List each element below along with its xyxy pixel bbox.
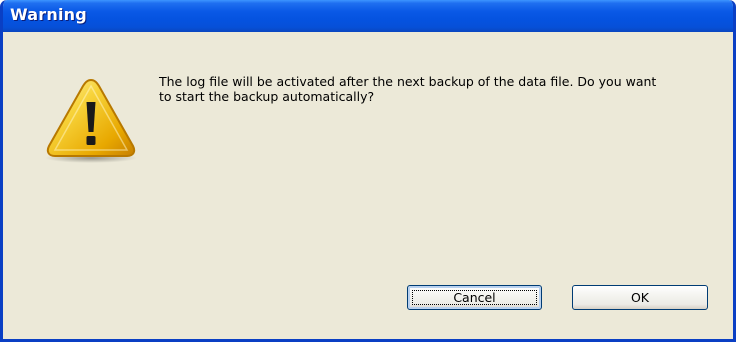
cancel-button-label: Cancel: [453, 289, 496, 305]
message-line-1: The log file will be activated after the…: [159, 74, 657, 89]
dialog-message: The log file will be activated after the…: [159, 74, 719, 104]
warning-triangle-icon: [45, 78, 137, 163]
warning-dialog: Warning The log file will be activated a…: [0, 0, 736, 342]
ok-button-label: OK: [630, 289, 650, 305]
cancel-button[interactable]: Cancel: [407, 285, 542, 310]
title-bar[interactable]: Warning: [3, 0, 733, 32]
window-title: Warning: [10, 5, 87, 24]
dialog-content: The log file will be activated after the…: [3, 32, 733, 339]
message-line-2: to start the backup automatically?: [159, 89, 375, 104]
ok-button[interactable]: OK: [572, 285, 708, 310]
